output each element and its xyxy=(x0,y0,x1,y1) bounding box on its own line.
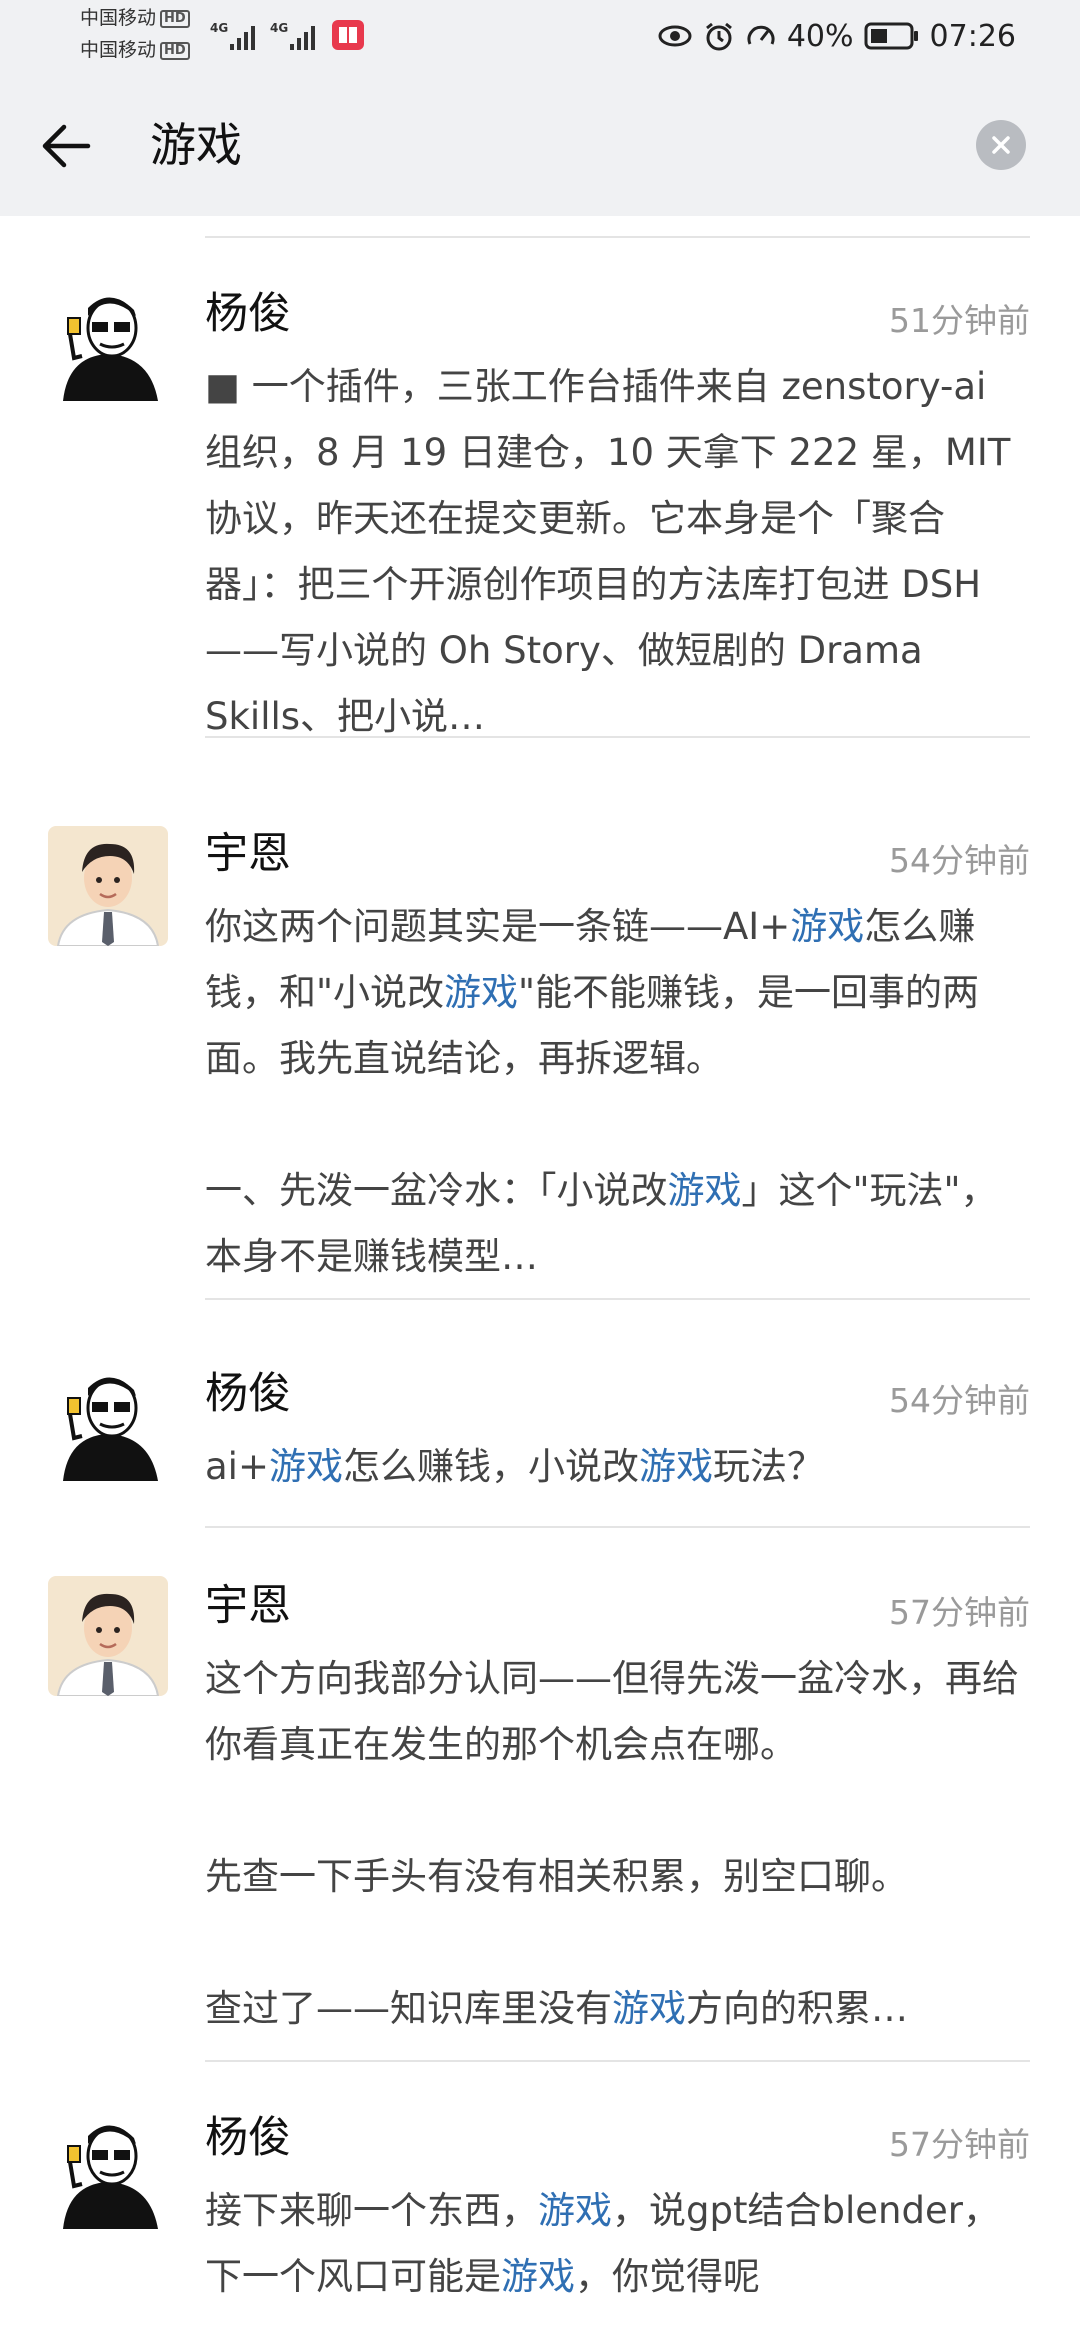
close-icon xyxy=(992,136,1010,154)
divider xyxy=(205,1526,1030,1528)
carrier-1-label: 中国移动 xyxy=(80,7,157,29)
net-label-1: 4G xyxy=(210,21,228,35)
keyword-highlight: 游戏 xyxy=(612,1987,686,2030)
carrier-1: 中国移动 HD xyxy=(80,6,190,30)
pixel-art-man-avatar xyxy=(48,1366,168,1486)
message-preview: 接下来聊一个东西，游戏，说gpt结合blender，下一个风口可能是游戏，你觉得… xyxy=(205,2178,1030,2310)
divider xyxy=(205,236,1030,238)
keyword-highlight: 游戏 xyxy=(638,1445,713,1488)
sender-name: 杨俊 xyxy=(205,289,291,339)
search-results-list: 杨俊 51分钟前 ■ 一个插件，三张工作台插件来自 zenstory-ai 组织… xyxy=(0,216,1080,2340)
cartoon-young-man-avatar xyxy=(48,826,168,946)
sender-name: 宇恩 xyxy=(205,829,291,879)
preview-text: 接下来聊一个东西， xyxy=(205,2189,538,2232)
preview-text: 方向的积累… xyxy=(686,1987,908,2030)
keyword-highlight: 游戏 xyxy=(444,971,519,1014)
speed-meter-icon xyxy=(747,25,775,45)
signal-2-icon: 4G xyxy=(270,21,315,50)
preview-text: ai+ xyxy=(205,1445,269,1488)
keyword-highlight: 游戏 xyxy=(538,2189,612,2232)
message-preview: ■ 一个插件，三张工作台插件来自 zenstory-ai 组织，8 月 19 日… xyxy=(205,354,1030,750)
carrier-2-label: 中国移动 xyxy=(80,39,157,61)
pixel-art-man-avatar xyxy=(48,286,168,406)
divider xyxy=(205,2060,1030,2062)
keyword-highlight: 游戏 xyxy=(790,905,865,948)
divider xyxy=(205,1298,1030,1300)
clear-search-button[interactable] xyxy=(976,120,1026,170)
hd-badge: HD xyxy=(160,41,190,60)
sender-name: 杨俊 xyxy=(205,2113,291,2163)
eye-comfort-icon xyxy=(658,25,692,47)
message-time: 51分钟前 xyxy=(889,301,1030,340)
preview-text: ■ 一个插件，三张工作台插件来自 zenstory-ai 组织，8 月 19 日… xyxy=(205,365,1011,738)
cartoon-young-man-avatar xyxy=(48,1576,168,1696)
keyword-highlight: 游戏 xyxy=(268,1445,343,1488)
message-preview: ai+游戏怎么赚钱，小说改游戏玩法？ xyxy=(205,1434,1030,1500)
preview-text: 你这两个问题其实是一条链——AI+ xyxy=(205,905,791,948)
signal-1-icon: 4G xyxy=(210,21,255,50)
status-bar: 中国移动 HD 中国移动 HD 4G 4G 40% 07:26 xyxy=(0,0,1080,72)
carrier-2: 中国移动 HD xyxy=(80,38,190,62)
message-time: 54分钟前 xyxy=(889,841,1030,880)
clock: 07:26 xyxy=(929,18,1016,54)
preview-text: 这个方向我部分认同——但得先泼一盆冷水，再给你看真正在发生的那个机会点在哪。 先… xyxy=(205,1657,1019,2030)
pixel-art-man-avatar xyxy=(48,2114,168,2234)
back-arrow-icon[interactable] xyxy=(38,118,94,174)
keyword-highlight: 游戏 xyxy=(667,1169,742,1212)
search-header: 游戏 xyxy=(0,72,1080,216)
message-preview: 你这两个问题其实是一条链——AI+游戏怎么赚钱，和"小说改游戏"能不能赚钱，是一… xyxy=(205,894,1030,1290)
divider xyxy=(205,736,1030,738)
sender-name: 杨俊 xyxy=(205,1369,291,1419)
search-query-field[interactable]: 游戏 xyxy=(150,110,242,180)
battery-percent: 40% xyxy=(786,18,854,54)
message-time: 57分钟前 xyxy=(889,1593,1030,1632)
app-notification-icon xyxy=(332,20,364,50)
status-right: 40% 07:26 xyxy=(657,14,1016,58)
preview-text: ，你觉得呢 xyxy=(575,2255,760,2298)
message-time: 57分钟前 xyxy=(889,2125,1030,2164)
alarm-icon xyxy=(705,22,732,51)
message-preview: 这个方向我部分认同——但得先泼一盆冷水，再给你看真正在发生的那个机会点在哪。 先… xyxy=(205,1646,1030,2042)
sender-name: 宇恩 xyxy=(205,1581,291,1631)
preview-text: 怎么赚钱，小说改 xyxy=(342,1445,639,1488)
preview-text: 玩法？ xyxy=(712,1445,824,1488)
battery-icon xyxy=(864,22,918,50)
hd-badge: HD xyxy=(160,9,190,28)
keyword-highlight: 游戏 xyxy=(501,2255,575,2298)
net-label-2: 4G xyxy=(270,21,288,35)
message-time: 54分钟前 xyxy=(889,1381,1030,1420)
